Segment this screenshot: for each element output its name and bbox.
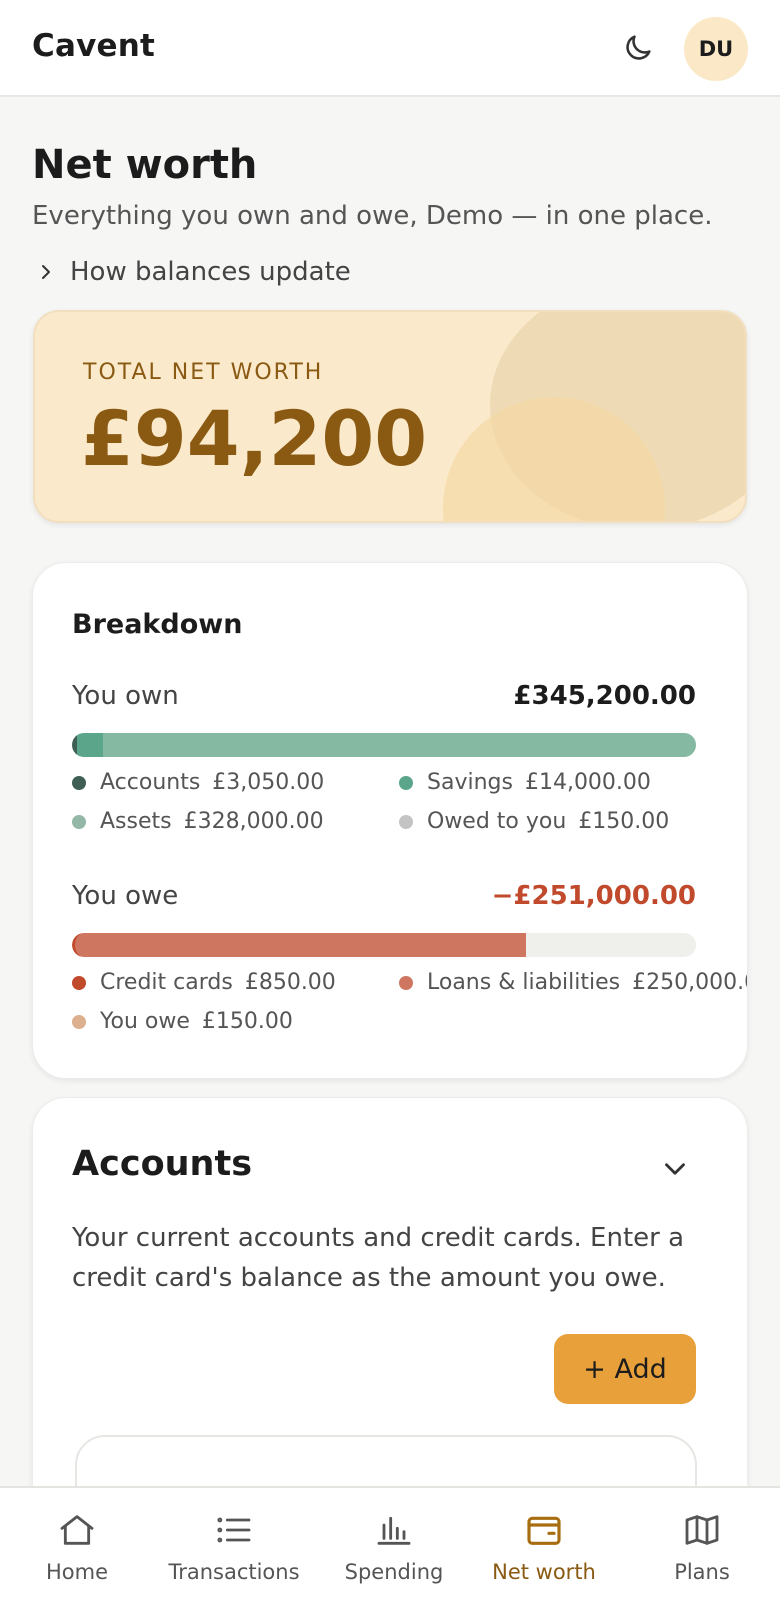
legend-label: Loans & liabilities bbox=[427, 970, 621, 995]
legend-dot bbox=[399, 814, 413, 829]
nav-label: Home bbox=[45, 1560, 108, 1584]
legend-item-credit-cards: Credit cards £850.00 bbox=[72, 970, 336, 995]
wallet-icon bbox=[527, 1516, 561, 1545]
nav-label: Plans bbox=[674, 1560, 730, 1584]
own-bar-segment bbox=[77, 733, 103, 757]
top-bar: Cavent DU bbox=[0, 0, 780, 97]
bottom-nav: Home Transactions Spending Net worth Pla… bbox=[0, 1486, 780, 1600]
legend-dot bbox=[399, 775, 413, 790]
legend-dot bbox=[399, 975, 413, 990]
legend-amount: £3,050.00 bbox=[212, 770, 325, 795]
owe-bar-fill bbox=[72, 933, 526, 957]
help-toggle-label: How balances update bbox=[70, 257, 351, 287]
legend-item-assets: Assets £328,000.00 bbox=[72, 809, 324, 834]
page-title: Net worth bbox=[32, 142, 258, 188]
legend-dot bbox=[72, 775, 86, 790]
chevron-down-icon[interactable] bbox=[658, 1152, 692, 1186]
accounts-description: Your current accounts and credit cards. … bbox=[72, 1223, 685, 1293]
legend-item-savings: Savings £14,000.00 bbox=[399, 770, 651, 795]
legend-amount: £150.00 bbox=[578, 809, 670, 834]
legend-amount: £250,000.00 bbox=[632, 970, 747, 995]
nav-transactions[interactable]: Transactions bbox=[159, 1488, 309, 1600]
legend-item-accounts: Accounts £3,050.00 bbox=[72, 770, 324, 795]
own-bar-segment bbox=[102, 733, 696, 757]
own-row: You own £345,200.00 bbox=[72, 681, 696, 711]
legend-item-loans: Loans & liabilities £250,000.00 bbox=[399, 970, 747, 995]
net-worth-label: TOTAL NET WORTH bbox=[83, 360, 324, 385]
net-worth-amount: £94,200 bbox=[81, 394, 428, 483]
legend-dot bbox=[72, 975, 86, 990]
legend-label: Savings bbox=[427, 770, 513, 795]
nav-net-worth[interactable]: Net worth bbox=[479, 1488, 609, 1600]
page-subtitle: Everything you own and owe, Demo — in on… bbox=[32, 201, 713, 231]
legend-amount: £14,000.00 bbox=[524, 770, 651, 795]
net-worth-hero-card: TOTAL NET WORTH £94,200 bbox=[33, 310, 747, 523]
owe-bar bbox=[72, 933, 696, 957]
home-icon bbox=[60, 1515, 94, 1545]
own-total: £345,200.00 bbox=[513, 681, 696, 711]
own-bar bbox=[72, 733, 696, 757]
nav-label: Spending bbox=[344, 1560, 444, 1584]
owe-label: You owe bbox=[72, 881, 179, 911]
legend-item-you-owe: You owe £150.00 bbox=[72, 1009, 293, 1034]
legend-dot bbox=[72, 814, 86, 829]
legend-label: Owed to you bbox=[427, 809, 567, 834]
nav-plans[interactable]: Plans bbox=[642, 1488, 762, 1600]
theme-toggle-button[interactable] bbox=[618, 28, 658, 68]
breakdown-title: Breakdown bbox=[72, 609, 243, 640]
nav-label: Net worth bbox=[492, 1560, 596, 1584]
balances-help-toggle[interactable]: How balances update bbox=[36, 257, 351, 287]
nav-home[interactable]: Home bbox=[17, 1488, 137, 1600]
nav-label: Transactions bbox=[168, 1560, 300, 1584]
legend-dot bbox=[72, 1014, 86, 1029]
legend-label: Credit cards bbox=[100, 970, 233, 995]
bar-chart-icon bbox=[377, 1516, 411, 1545]
legend-item-owed-to-you: Owed to you £150.00 bbox=[399, 809, 669, 834]
legend-amount: £850.00 bbox=[244, 970, 336, 995]
add-account-button[interactable]: + Add bbox=[554, 1334, 696, 1404]
list-icon bbox=[217, 1517, 251, 1543]
map-icon bbox=[685, 1515, 719, 1545]
owe-total: −£251,000.00 bbox=[491, 881, 696, 911]
chevron-right-icon bbox=[42, 265, 50, 279]
legend-amount: £150.00 bbox=[201, 1009, 293, 1034]
own-label: You own bbox=[72, 681, 179, 711]
legend-amount: £328,000.00 bbox=[183, 809, 324, 834]
nav-spending[interactable]: Spending bbox=[329, 1488, 459, 1600]
legend-label: Accounts bbox=[100, 770, 201, 795]
legend-label: Assets bbox=[100, 809, 172, 834]
breakdown-card: Breakdown You own £345,200.00 Accounts £… bbox=[32, 562, 748, 1079]
owe-row: You owe −£251,000.00 bbox=[72, 881, 696, 911]
app-brand[interactable]: Cavent bbox=[32, 28, 155, 64]
avatar[interactable]: DU bbox=[684, 17, 748, 81]
moon-icon bbox=[626, 35, 651, 60]
legend-label: You owe bbox=[100, 1009, 190, 1034]
accounts-title: Accounts bbox=[72, 1144, 253, 1184]
